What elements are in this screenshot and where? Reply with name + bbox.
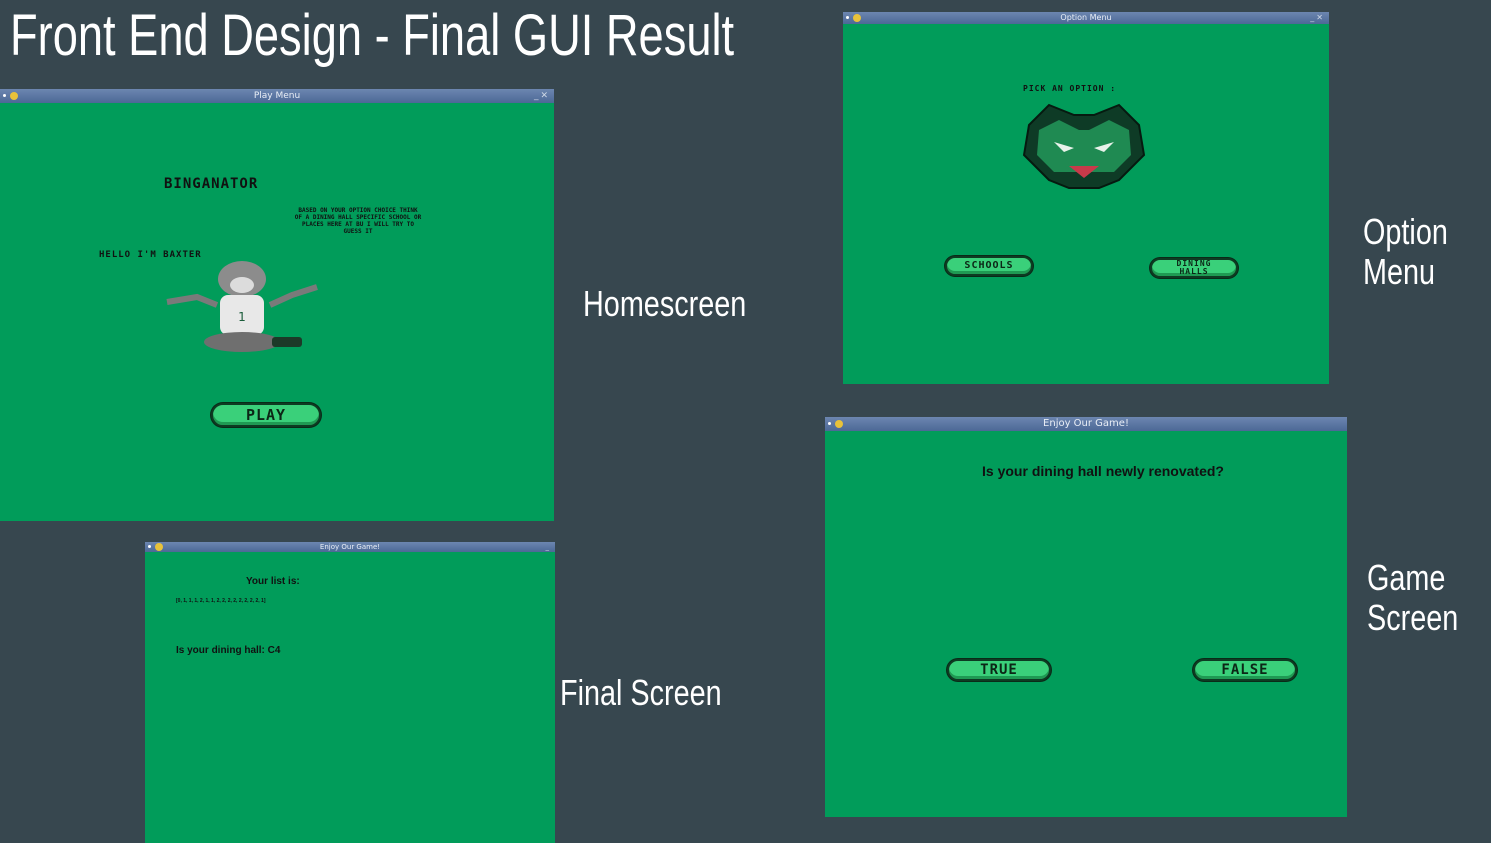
svg-text:1: 1: [238, 310, 246, 324]
false-button[interactable]: FALSE: [1193, 659, 1297, 681]
option-menu-caption: Option Menu: [1363, 212, 1448, 292]
window-controls[interactable]: _: [546, 542, 552, 552]
description: BASED ON YOUR OPTION CHOICE THINK OF A D…: [240, 207, 476, 235]
window-menu-icon[interactable]: [3, 94, 6, 97]
option-menu-window: Option Menu _✕ PICK AN OPTION : SCHOOLS …: [843, 12, 1329, 384]
description-line: OF A DINING HALL SPECIFIC SCHOOL OR: [294, 214, 422, 221]
final-screen-window: Enjoy Our Game! _ Your list is: [0, 1, 1…: [145, 542, 555, 843]
window-menu-icon[interactable]: [148, 545, 151, 548]
result-text: Is your dining hall: C4: [176, 645, 281, 656]
caption-line: Screen: [1367, 597, 1459, 638]
caption-line: Option: [1363, 211, 1448, 252]
window-menu-icon[interactable]: [828, 422, 831, 425]
homescreen-caption: Homescreen: [583, 283, 747, 324]
question-text: Is your dining hall newly renovated?: [982, 463, 1224, 479]
app-icon: [853, 14, 861, 22]
true-button[interactable]: TRUE: [947, 659, 1051, 681]
description-line: PLACES HERE AT BU I WILL TRY TO: [302, 221, 414, 228]
window-title: Enjoy Our Game!: [319, 543, 381, 551]
game-screen-titlebar[interactable]: Enjoy Our Game!: [825, 417, 1347, 431]
description-line: BASED ON YOUR OPTION CHOICE THINK: [298, 207, 418, 214]
window-title: Enjoy Our Game!: [1043, 418, 1129, 429]
window-title: Option Menu: [1060, 13, 1112, 22]
caption-line: Menu: [1363, 251, 1436, 292]
play-menu-window: Play Menu _✕ BINGANATOR BASED ON YOUR OP…: [0, 89, 554, 521]
app-icon: [155, 543, 163, 551]
bearcat-logo-image: [1022, 103, 1146, 189]
pick-option-prompt: PICK AN OPTION :: [1023, 84, 1117, 93]
option-menu-titlebar[interactable]: Option Menu _✕: [843, 12, 1329, 24]
final-screen-caption: Final Screen: [560, 672, 722, 713]
description-line: GUESS IT: [343, 228, 373, 235]
app-icon: [10, 92, 18, 100]
schools-button[interactable]: SCHOOLS: [945, 256, 1033, 276]
caption-line: Game: [1367, 557, 1446, 598]
list-value: [0, 1, 1, 1, 2, 1, 1, 2, 2, 2, 2, 2, 2, …: [176, 598, 266, 604]
window-title: Play Menu: [253, 91, 301, 101]
play-button[interactable]: PLAY: [211, 403, 321, 427]
window-controls[interactable]: _✕: [534, 89, 550, 103]
dining-halls-button[interactable]: DINING HALLS: [1150, 258, 1238, 278]
dining-halls-button-line: HALLS: [1179, 267, 1209, 276]
app-heading: BINGANATOR: [164, 176, 259, 192]
final-screen-titlebar[interactable]: Enjoy Our Game! _: [145, 542, 555, 552]
window-controls[interactable]: _✕: [1310, 12, 1325, 24]
game-screen-window: Enjoy Our Game! Is your dining hall newl…: [825, 417, 1347, 817]
game-screen-caption: Game Screen: [1367, 558, 1458, 638]
slide-title: Front End Design - Final GUI Result: [10, 3, 735, 68]
window-menu-icon[interactable]: [846, 16, 849, 19]
play-menu-titlebar[interactable]: Play Menu _✕: [0, 89, 554, 103]
mascot-image: 1: [166, 261, 318, 352]
app-icon: [835, 420, 843, 428]
list-label: Your list is:: [246, 576, 300, 587]
